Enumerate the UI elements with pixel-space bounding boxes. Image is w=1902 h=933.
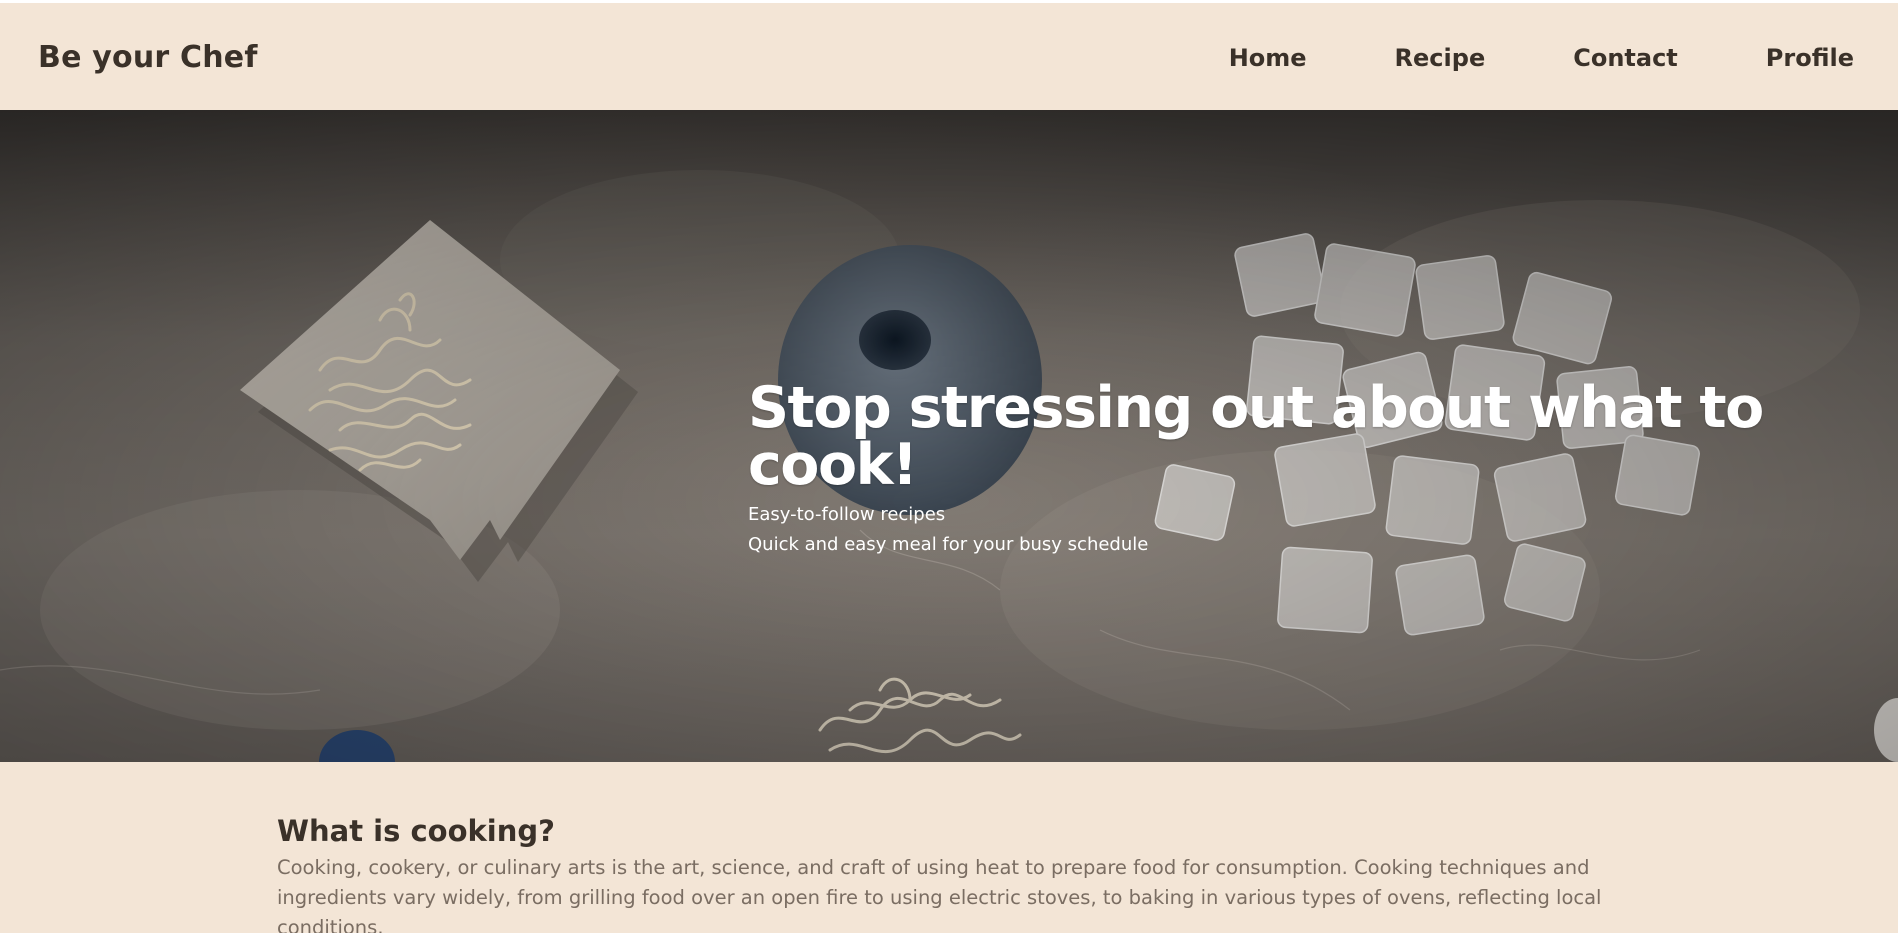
nav-link-home[interactable]: Home <box>1229 44 1307 72</box>
page: Be your Chef Home Recipe Contact Profile <box>0 0 1898 933</box>
hero-line-2: Quick and easy meal for your busy schedu… <box>748 534 1149 555</box>
hero-subtext: Easy-to-follow recipes Quick and easy me… <box>748 500 1898 560</box>
about-cooking-section: What is cooking? Cooking, cookery, or cu… <box>277 809 1607 933</box>
nav-link-contact[interactable]: Contact <box>1573 44 1678 72</box>
brand-logo[interactable]: Be your Chef <box>38 40 258 75</box>
nav-link-recipe[interactable]: Recipe <box>1395 44 1486 72</box>
nav-link-profile[interactable]: Profile <box>1766 44 1854 72</box>
hero-banner: Stop stressing out about what to cook! E… <box>0 110 1898 762</box>
hero-headline: Stop stressing out about what to cook! <box>748 375 1764 498</box>
nav-menu: Home Recipe Contact Profile <box>1229 44 1854 72</box>
navbar: Be your Chef Home Recipe Contact Profile <box>0 6 1898 110</box>
section-heading: What is cooking? <box>277 814 555 848</box>
section-paragraph: Cooking, cookery, or culinary arts is th… <box>277 856 1602 933</box>
hero-text: Stop stressing out about what to cook! E… <box>748 380 1898 560</box>
hero-line-1: Easy-to-follow recipes <box>748 504 946 525</box>
scrollbar-gutter <box>1898 0 1902 933</box>
